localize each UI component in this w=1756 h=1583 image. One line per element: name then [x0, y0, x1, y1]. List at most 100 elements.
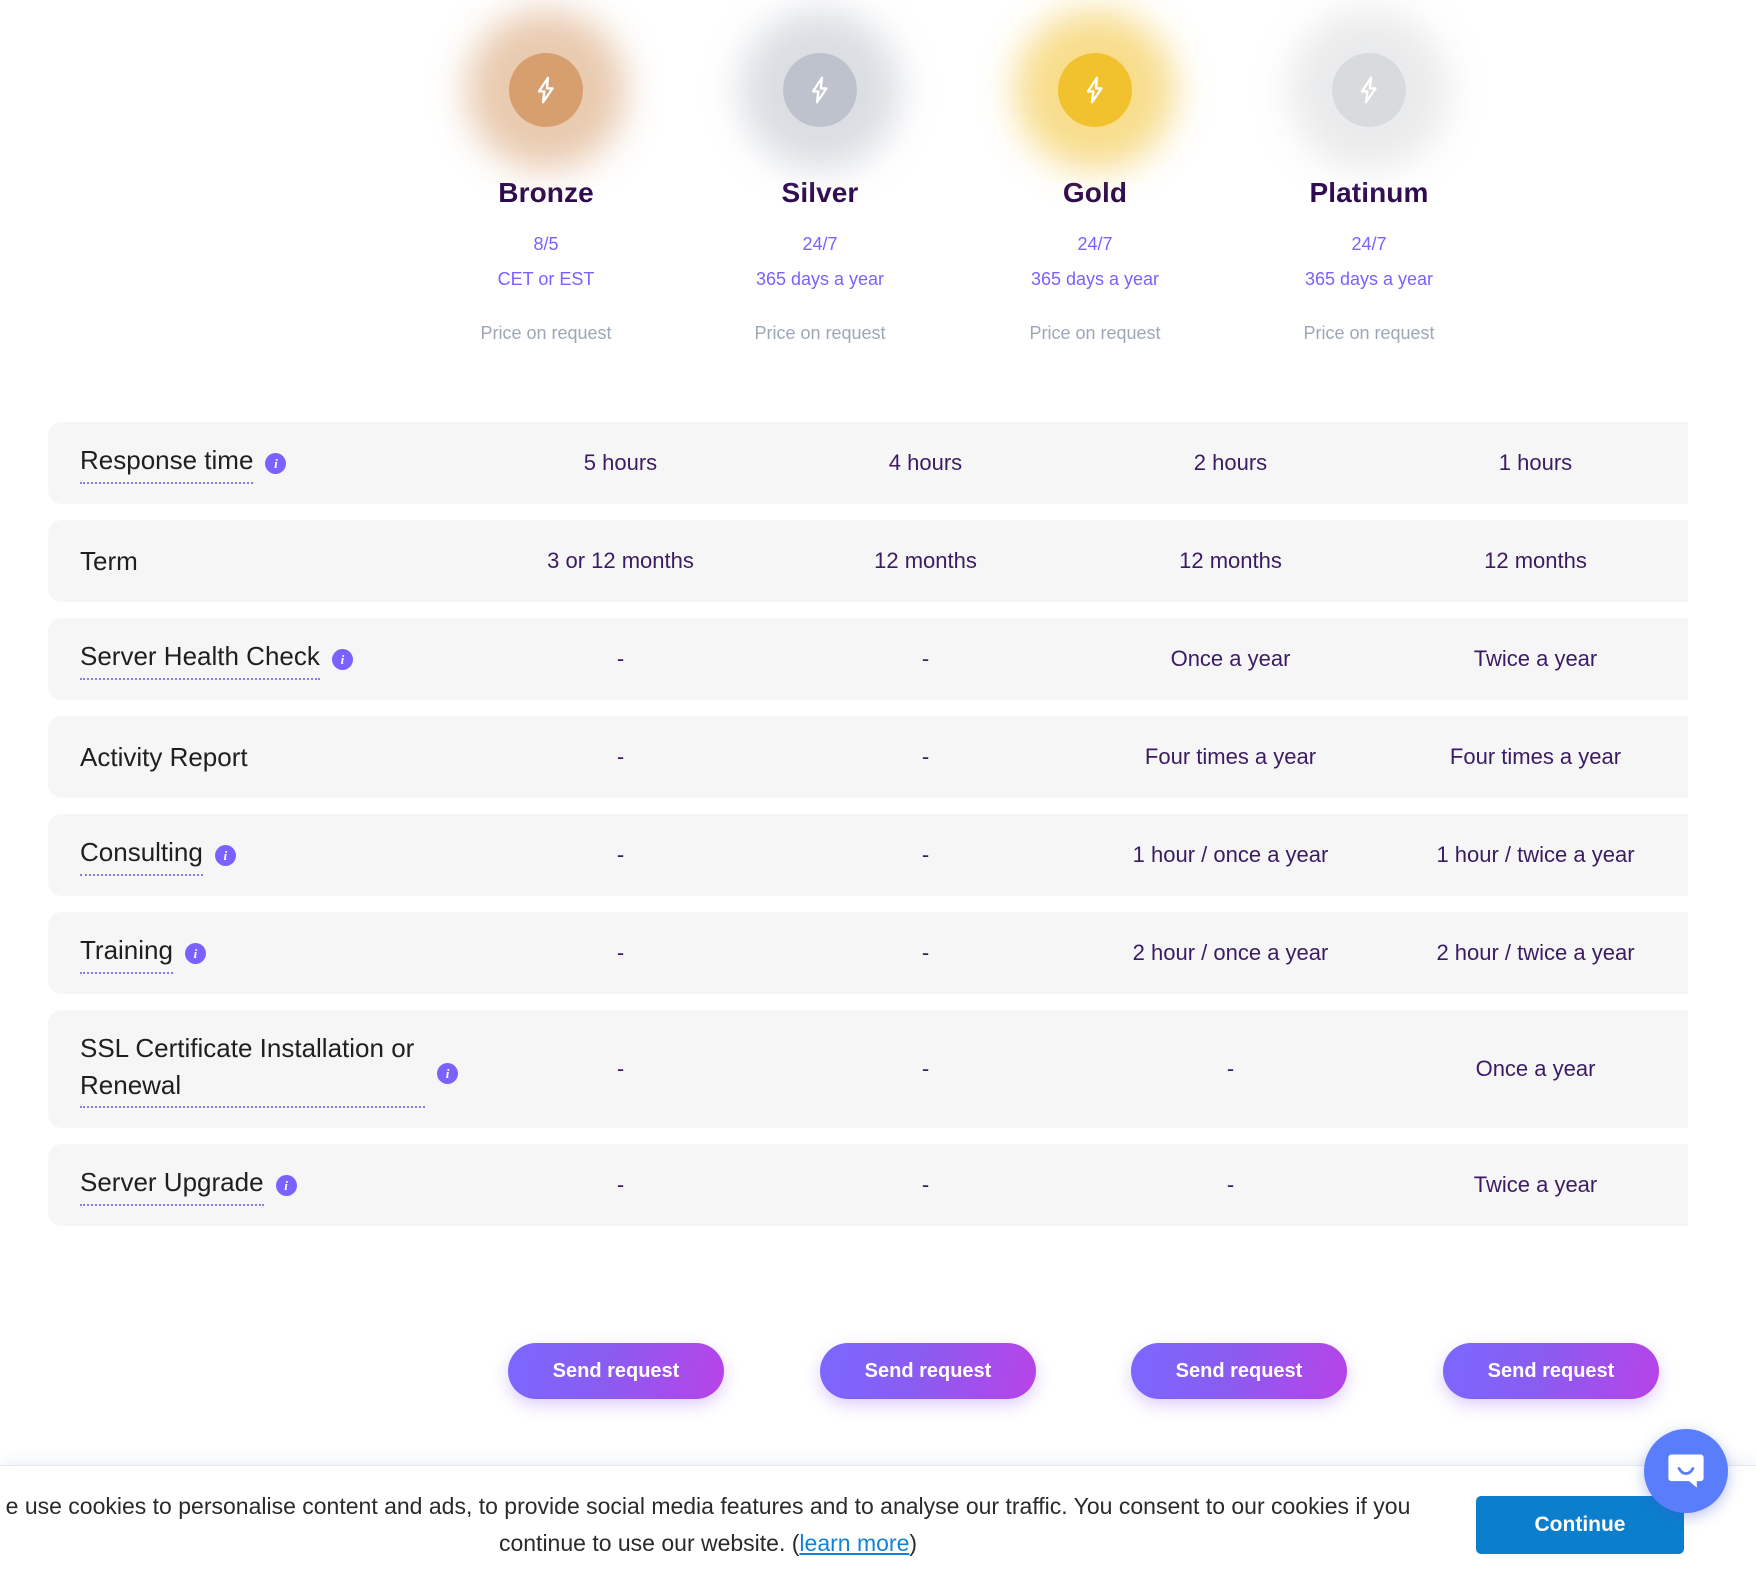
- feature-value-cells: - - 2 hour / once a year 2 hour / twice a y…: [468, 935, 1688, 972]
- feature-value-cell: Four times a year: [1449, 743, 1622, 769]
- plan-price: Price on request: [480, 322, 612, 343]
- lightning-bolt-icon: [1080, 75, 1110, 105]
- feature-value-cell: -: [921, 645, 930, 671]
- feature-row: Server Upgrade i - - - Twice a year: [48, 1144, 1688, 1226]
- feature-value-cell: 2 hour / twice a year: [1436, 939, 1635, 965]
- cookie-text-before-link: e use cookies to personalise content and…: [5, 1492, 1411, 1556]
- feature-label[interactable]: Server Health Check: [80, 638, 320, 680]
- feature-value-cell: -: [616, 939, 625, 965]
- feature-value-cell: Four times a year: [1144, 743, 1317, 769]
- feature-value-cells: - - Four times a year Four times a year: [468, 739, 1688, 776]
- feature-label[interactable]: Server Upgrade: [80, 1164, 264, 1206]
- feature-value-cells: - - Once a year Twice a year: [468, 641, 1688, 678]
- cta-button-row: Send request Send request Send request Send…: [0, 1343, 1756, 1433]
- feature-label: Activity Report: [80, 741, 248, 772]
- lightning-bolt-icon: [531, 75, 561, 105]
- feature-label-cell: Term: [48, 543, 468, 580]
- plan-coverage: CET or EST: [497, 268, 595, 289]
- feature-value-cell: 12 months: [1179, 547, 1282, 573]
- feature-label-cell: Activity Report: [48, 739, 468, 776]
- plan-price: Price on request: [754, 322, 886, 343]
- feature-value-cell: -: [616, 841, 625, 867]
- learn-more-link[interactable]: learn more: [799, 1530, 909, 1556]
- feature-label-cell: Server Health Check i: [48, 638, 468, 680]
- plan-price: Price on request: [1303, 322, 1435, 343]
- plan-coverage: 365 days a year: [755, 268, 885, 289]
- feature-value-cell: -: [1226, 1171, 1235, 1197]
- feature-value-cell: -: [1226, 1055, 1235, 1081]
- plan-column-silver: Silver 24/7 365 days a year Price on reques…: [670, 10, 970, 343]
- plan-name: Bronze: [498, 177, 594, 208]
- plan-availability: 24/7: [802, 233, 838, 254]
- feature-row: Response time i 5 hours 4 hours 2 hours 1 hou…: [48, 422, 1688, 504]
- feature-value-cell: Once a year: [1170, 645, 1291, 671]
- plan-coverage: 365 days a year: [1030, 268, 1160, 289]
- info-icon[interactable]: i: [265, 452, 287, 474]
- feature-value-cell: Twice a year: [1473, 1171, 1598, 1197]
- feature-label: Term: [80, 545, 138, 576]
- feature-row: Consulting i - - 1 hour / once a year 1 hour …: [48, 814, 1688, 896]
- plan-badge-wrap: [396, 10, 696, 170]
- info-icon[interactable]: i: [437, 1063, 458, 1085]
- plan-badge-wrap: [945, 10, 1245, 170]
- plan-badge: [1058, 53, 1132, 127]
- feature-label[interactable]: Training: [80, 932, 173, 974]
- feature-value-cell: 1 hour / twice a year: [1436, 841, 1635, 867]
- send-request-button-gold[interactable]: Send request: [1131, 1343, 1347, 1399]
- info-icon[interactable]: i: [214, 844, 236, 866]
- feature-value-cells: - - - Twice a year: [468, 1167, 1688, 1204]
- plan-badge-wrap: [1219, 10, 1519, 170]
- feature-value-cell: -: [616, 1055, 625, 1081]
- chat-bubble-smile-icon: [1664, 1449, 1708, 1493]
- cookie-consent-banner: e use cookies to personalise content and…: [0, 1465, 1756, 1583]
- send-request-button-platinum[interactable]: Send request: [1443, 1343, 1659, 1399]
- feature-rows: Response time i 5 hours 4 hours 2 hours 1 hou…: [0, 422, 1756, 1242]
- feature-value-cell: -: [921, 1171, 930, 1197]
- plan-name: Silver: [781, 177, 859, 208]
- feature-value-cell: Once a year: [1475, 1055, 1596, 1081]
- feature-value-cell: 1 hour / once a year: [1132, 841, 1329, 867]
- feature-value-cell: -: [616, 645, 625, 671]
- feature-row: Training i - - 2 hour / once a year 2 hour / …: [48, 912, 1688, 994]
- info-icon[interactable]: i: [331, 648, 353, 670]
- send-request-button-bronze[interactable]: Send request: [508, 1343, 724, 1399]
- feature-row: SSL Certificate Installation or Renewal i…: [48, 1010, 1688, 1128]
- info-icon[interactable]: i: [184, 942, 206, 964]
- plan-column-platinum: Platinum 24/7 365 days a year Price on requ…: [1219, 10, 1519, 343]
- plan-badge: [1332, 53, 1406, 127]
- feature-value-cells: 5 hours 4 hours 2 hours 1 hours: [468, 445, 1688, 482]
- feature-label[interactable]: SSL Certificate Installation or Renewal: [80, 1030, 425, 1109]
- plan-name: Platinum: [1309, 177, 1429, 208]
- feature-label-cell: Consulting i: [48, 834, 468, 876]
- feature-row: Activity Report - - Four times a year Four t…: [48, 716, 1688, 798]
- feature-value-cell: 2 hour / once a year: [1132, 939, 1329, 965]
- cookie-continue-button[interactable]: Continue: [1476, 1495, 1684, 1554]
- pricing-comparison-page: Bronze 8/5 CET or EST Price on request Silve…: [0, 0, 1756, 1583]
- feature-value-cell: 4 hours: [888, 449, 963, 475]
- feature-label-cell: SSL Certificate Installation or Renewal i: [48, 1030, 468, 1109]
- feature-value-cell: -: [921, 939, 930, 965]
- feature-label-cell: Response time i: [48, 442, 468, 484]
- feature-value-cell: -: [921, 1055, 930, 1081]
- plan-badge: [509, 53, 583, 127]
- plan-column-gold: Gold 24/7 365 days a year Price on request: [945, 10, 1245, 343]
- feature-row: Term 3 or 12 months 12 months 12 months 12 m…: [48, 520, 1688, 602]
- feature-label-cell: Training i: [48, 932, 468, 974]
- feature-value-cell: 12 months: [1484, 547, 1587, 573]
- feature-row: Server Health Check i - - Once a year Twice a…: [48, 618, 1688, 700]
- lightning-bolt-icon: [805, 75, 835, 105]
- chat-launcher-button[interactable]: [1644, 1429, 1728, 1513]
- feature-value-cell: 5 hours: [583, 449, 658, 475]
- feature-label[interactable]: Consulting: [80, 834, 203, 876]
- cookie-banner-text: e use cookies to personalise content and…: [0, 1488, 1476, 1562]
- cookie-text-after-link: ): [909, 1529, 918, 1556]
- plan-column-bronze: Bronze 8/5 CET or EST Price on request: [396, 10, 696, 343]
- feature-value-cell: -: [616, 743, 625, 769]
- info-icon[interactable]: i: [275, 1174, 297, 1196]
- plan-price: Price on request: [1029, 322, 1161, 343]
- plan-header-row: Bronze 8/5 CET or EST Price on request Silve…: [0, 0, 1756, 420]
- send-request-button-silver[interactable]: Send request: [820, 1343, 1036, 1399]
- feature-value-cell: 1 hours: [1498, 449, 1573, 475]
- plan-name: Gold: [1062, 177, 1128, 208]
- feature-label[interactable]: Response time: [80, 442, 254, 484]
